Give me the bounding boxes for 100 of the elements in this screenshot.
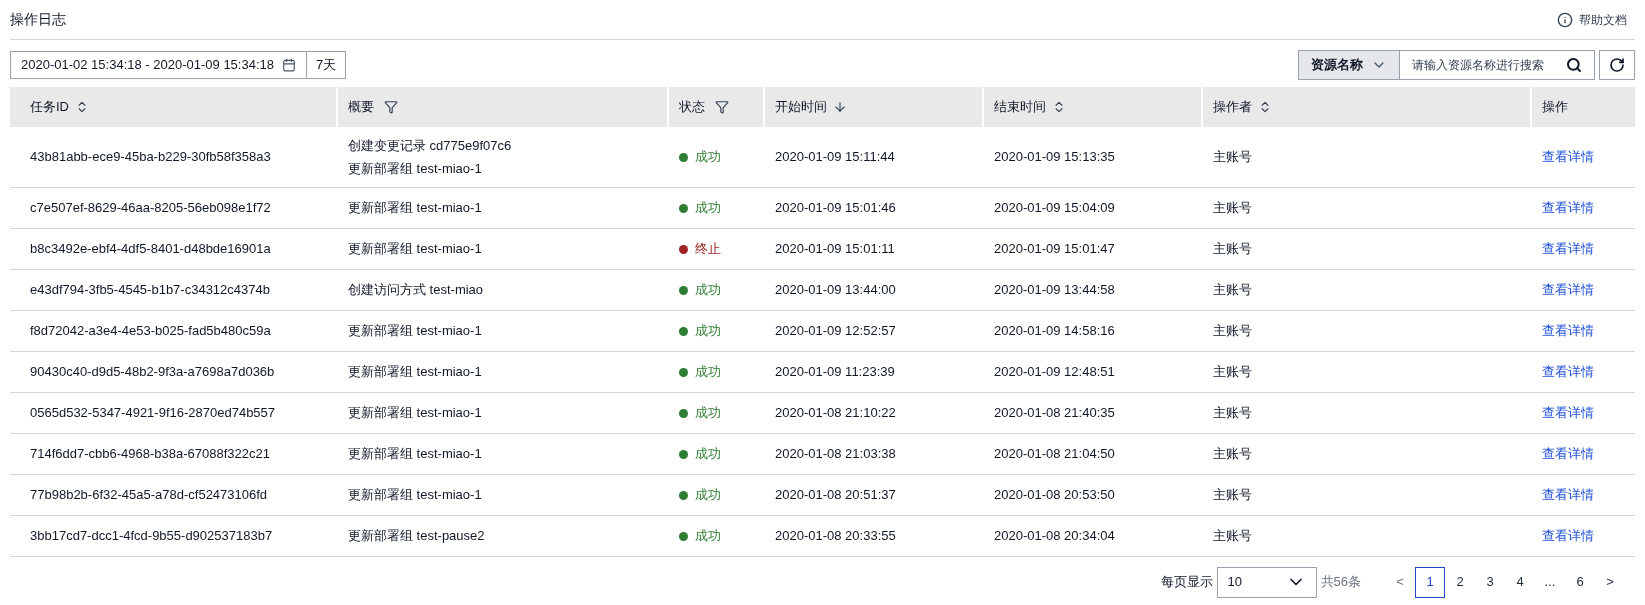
page-button[interactable]: 4 bbox=[1505, 566, 1535, 598]
view-details-link[interactable]: 查看详情 bbox=[1532, 321, 1594, 341]
view-details-link[interactable]: 查看详情 bbox=[1532, 485, 1594, 505]
table-cell-text: 主账号 bbox=[1212, 199, 1253, 218]
filter-icon[interactable] bbox=[384, 100, 398, 114]
table-cell-text: 创建访问方式 test-miao bbox=[348, 281, 485, 300]
table-cell-text: 更新部署组 test-miao-1 bbox=[348, 363, 483, 382]
table-cell-text: 2020-01-09 11:23:39 bbox=[774, 363, 896, 382]
page-button[interactable]: 3 bbox=[1475, 566, 1505, 598]
table-cell-text: 更新部署组 test-miao-1 bbox=[348, 404, 483, 423]
total-count: 共56条 bbox=[1320, 573, 1361, 592]
info-icon bbox=[1557, 11, 1573, 28]
table-cell-text: 714f6dd7-cbb6-4968-b38a-67088f322c21 bbox=[29, 445, 271, 464]
next-page-button[interactable]: > bbox=[1595, 572, 1625, 592]
table-cell-text: 2020-01-09 15:04:09 bbox=[993, 199, 1116, 218]
calendar-icon bbox=[282, 58, 296, 72]
quick-range-button[interactable]: 7天 bbox=[307, 51, 347, 79]
filter-icon[interactable] bbox=[715, 100, 729, 114]
refresh-icon bbox=[1609, 57, 1625, 73]
table-cell-text: 2020-01-09 12:48:51 bbox=[993, 363, 1116, 382]
table-cell-text: c7e507ef-8629-46aa-8205-56eb098e1f72 bbox=[29, 199, 272, 218]
view-details-link[interactable]: 查看详情 bbox=[1532, 444, 1594, 464]
table-cell-text: 主账号 bbox=[1212, 322, 1253, 341]
table-cell-text: 2020-01-09 15:01:46 bbox=[774, 199, 897, 218]
search-scope-dropdown[interactable]: 资源名称 bbox=[1298, 50, 1399, 80]
sort-descending-icon[interactable] bbox=[833, 100, 847, 114]
page-size-label: 每页显示 bbox=[1160, 573, 1213, 592]
table-cell-text: 更新部署组 test-miao-1 bbox=[348, 486, 483, 505]
table-cell-text: 主账号 bbox=[1212, 404, 1253, 423]
table-cell-text: 3bb17cd7-dcc1-4fcd-9b55-d902537183b7 bbox=[29, 527, 274, 546]
table-cell-text: 主账号 bbox=[1212, 148, 1253, 167]
table-cell-text: 2020-01-08 20:34:04 bbox=[993, 527, 1116, 546]
page-title: 操作日志 bbox=[10, 10, 66, 29]
table-cell-text: 2020-01-09 15:01:47 bbox=[993, 240, 1116, 259]
status-text: 成功 bbox=[695, 486, 721, 505]
view-details-link[interactable]: 查看详情 bbox=[1532, 239, 1594, 259]
table-cell-text: 主账号 bbox=[1212, 240, 1253, 259]
view-details-link[interactable]: 查看详情 bbox=[1532, 526, 1594, 546]
table-cell-text: 43b81abb-ece9-45ba-b229-30fb58f358a3 bbox=[29, 148, 272, 167]
table-cell-text: 更新部署组 test-pause2 bbox=[348, 527, 486, 546]
column-header[interactable]: 操作 bbox=[1532, 87, 1635, 127]
table-cell-text: 2020-01-09 15:13:35 bbox=[993, 148, 1116, 167]
status-text: 成功 bbox=[695, 281, 721, 300]
page-button[interactable]: 2 bbox=[1445, 566, 1475, 598]
status-text: 成功 bbox=[695, 322, 721, 341]
column-header[interactable]: 概要 bbox=[338, 87, 669, 127]
view-details-link[interactable]: 查看详情 bbox=[1532, 147, 1594, 167]
status-text: 成功 bbox=[695, 445, 721, 464]
table-cell-text: 更新部署组 test-miao-1 bbox=[348, 445, 483, 464]
column-header[interactable]: 任务ID bbox=[10, 87, 338, 127]
refresh-button[interactable] bbox=[1599, 50, 1635, 80]
table-cell-text: 主账号 bbox=[1212, 527, 1253, 546]
view-details-link[interactable]: 查看详情 bbox=[1532, 280, 1594, 300]
status-text: 成功 bbox=[695, 404, 721, 423]
status-text: 成功 bbox=[695, 199, 721, 218]
table-cell-text: b8c3492e-ebf4-4df5-8401-d48bde16901a bbox=[29, 240, 272, 259]
table-cell-text: 主账号 bbox=[1212, 486, 1253, 505]
table-cell-text: 2020-01-08 20:53:50 bbox=[993, 486, 1116, 505]
status-text: 成功 bbox=[695, 527, 721, 546]
column-header[interactable]: 结束时间 bbox=[984, 87, 1203, 127]
table-cell-text: 2020-01-09 15:11:44 bbox=[774, 148, 896, 167]
table-cell-text: 90430c40-d9d5-48b2-9f3a-a7698a7d036b bbox=[29, 363, 276, 382]
date-range-value: 2020-01-02 15:34:18 - 2020-01-09 15:34:18 bbox=[21, 56, 274, 75]
date-range-picker[interactable]: 2020-01-02 15:34:18 - 2020-01-09 15:34:18 bbox=[10, 51, 307, 79]
table-cell-text: 更新部署组 test-miao-1 bbox=[348, 199, 483, 218]
column-header[interactable]: 状态 bbox=[669, 87, 765, 127]
table-cell-text: 2020-01-08 21:40:35 bbox=[993, 404, 1116, 423]
table-cell-text: 更新部署组 test-miao-1 bbox=[348, 240, 483, 259]
table-cell-text: 创建变更记录 cd775e9f07c6 bbox=[348, 137, 513, 155]
table-cell-text: 主账号 bbox=[1212, 363, 1253, 382]
status-text: 成功 bbox=[695, 148, 721, 167]
table-cell-text: 更新部署组 test-miao-1 bbox=[348, 159, 483, 178]
search-box[interactable]: 请输入资源名称进行搜索 bbox=[1399, 50, 1595, 80]
search-icon[interactable] bbox=[1566, 57, 1582, 73]
table-cell-text: 2020-01-08 20:51:37 bbox=[774, 486, 897, 505]
column-header[interactable]: 操作者 bbox=[1203, 87, 1532, 127]
status-text: 终止 bbox=[695, 240, 721, 259]
view-details-link[interactable]: 查看详情 bbox=[1532, 198, 1594, 218]
table-cell-text: 77b98b2b-6f32-45a5-a78d-cf52473106fd bbox=[29, 486, 269, 505]
page-button[interactable]: 1 bbox=[1415, 566, 1445, 598]
help-link[interactable]: 帮助文档 bbox=[1557, 10, 1627, 29]
previous-page-button[interactable]: < bbox=[1385, 572, 1415, 592]
table-cell-text: f8d72042-a3e4-4e53-b025-fad5b480c59a bbox=[29, 322, 272, 341]
table-cell-text: 主账号 bbox=[1212, 445, 1253, 464]
page-button[interactable]: ... bbox=[1535, 566, 1565, 598]
table-cell-text: 更新部署组 test-miao-1 bbox=[348, 322, 483, 341]
search-field[interactable]: 请输入资源名称进行搜索 bbox=[1412, 56, 1558, 74]
table-cell-text: 2020-01-08 21:04:50 bbox=[993, 445, 1116, 464]
column-header[interactable]: 开始时间 bbox=[765, 87, 984, 127]
page-button[interactable]: 6 bbox=[1565, 566, 1595, 598]
table-cell-text: 2020-01-09 12:52:57 bbox=[774, 322, 897, 341]
table-cell-text: 2020-01-09 15:01:11 bbox=[774, 240, 896, 259]
table-cell-text: 2020-01-09 13:44:58 bbox=[993, 281, 1116, 300]
view-details-link[interactable]: 查看详情 bbox=[1532, 403, 1594, 423]
table-cell-text: e43df794-3fb5-4545-b1b7-c34312c4374b bbox=[29, 281, 271, 300]
table-cell-text: 2020-01-09 14:58:16 bbox=[993, 322, 1116, 341]
table-cell-text: 0565d532-5347-4921-9f16-2870ed74b557 bbox=[29, 404, 277, 423]
page-size-select[interactable]: 10 bbox=[1216, 566, 1317, 598]
table-cell-text: 主账号 bbox=[1212, 281, 1253, 300]
view-details-link[interactable]: 查看详情 bbox=[1532, 362, 1594, 382]
